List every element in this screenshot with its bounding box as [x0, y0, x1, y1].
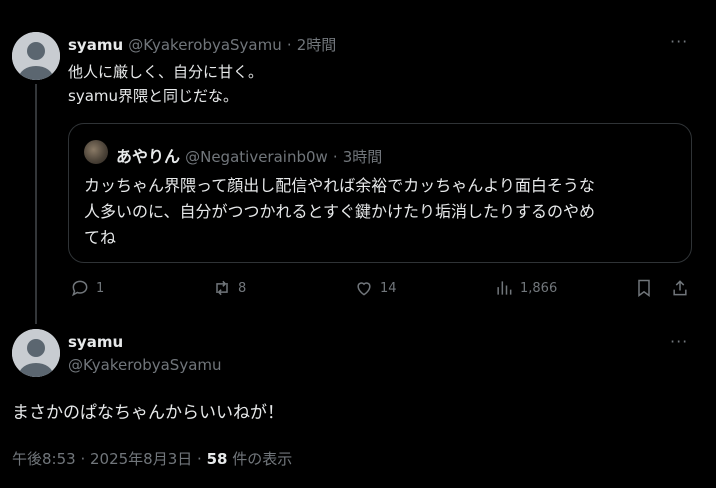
more-options-icon[interactable]: ··· [670, 32, 688, 51]
view-count: 1,866 [520, 280, 558, 296]
views-button[interactable]: 1,866 [494, 278, 557, 298]
like-button[interactable]: 14 [354, 278, 397, 298]
handle[interactable]: @KyakerobyaSyamu [68, 356, 222, 374]
quoted-text: カッちゃん界隈って顔出し配信やれば余裕でカッちゃんより面白そうな 人多いのに、自… [84, 173, 595, 251]
share-button[interactable] [670, 278, 690, 298]
post-timestamp[interactable]: 午後8:53 · 2025年8月3日 · [12, 450, 207, 468]
bookmark-icon [638, 279, 650, 297]
tweet1-text: 他人に厳しく、自分に甘く。 syamu界隈と同じだな。 [68, 60, 263, 108]
more-options-icon[interactable]: ··· [670, 332, 688, 351]
timestamp[interactable]: 2時間 [297, 36, 337, 54]
avatar-syamu[interactable] [12, 32, 60, 80]
tweet-text-line: syamu界隈と同じだな。 [68, 87, 239, 105]
quoted-header: あやりん @Negativerainb0w · 3時間 [116, 143, 382, 167]
handle[interactable]: @KyakerobyaSyamu [128, 36, 282, 54]
quoted-display-name[interactable]: あやりん [116, 147, 180, 166]
views-count: 58 [206, 450, 228, 468]
like-icon [357, 282, 371, 296]
repost-button[interactable]: 8 [212, 278, 246, 298]
quoted-timestamp[interactable]: 3時間 [343, 148, 383, 166]
like-count: 14 [380, 280, 397, 296]
quoted-handle[interactable]: @Negativerainb0w [185, 148, 328, 166]
tweet-meta: 午後8:53 · 2025年8月3日 · 58 件の表示 [12, 448, 292, 469]
tweet-text-line: 他人に厳しく、自分に甘く。 [68, 63, 264, 81]
default-avatar-icon [12, 32, 60, 80]
tweet2-text: まさかのぱなちゃんからいいねが！ [12, 403, 284, 423]
default-avatar-icon [12, 329, 60, 377]
bookmark-button[interactable] [634, 278, 654, 298]
quoted-avatar[interactable] [84, 140, 108, 164]
repost-icon [216, 280, 228, 296]
separator-dot: · [286, 36, 292, 54]
avatar-syamu[interactable] [12, 329, 60, 377]
views-icon [497, 281, 512, 295]
quoted-text-line: 人多いのに、自分がつつかれるとすぐ鍵かけたり垢消したりするのやめ [84, 202, 596, 221]
share-icon [673, 280, 687, 296]
display-name[interactable]: syamu [68, 36, 123, 54]
quoted-text-line: カッちゃん界隈って顔出し配信やれば余裕でカッちゃんより面白そうな [84, 176, 595, 195]
reply-icon [72, 280, 88, 297]
repost-count: 8 [238, 280, 247, 296]
thread-line [35, 84, 37, 324]
quoted-text-line: てね [84, 228, 117, 247]
tweet1-header: syamu @KyakerobyaSyamu · 2時間 [68, 34, 336, 55]
reply-count: 1 [96, 280, 105, 296]
reply-button[interactable]: 1 [70, 278, 104, 298]
views-label: 件の表示 [227, 450, 293, 468]
separator-dot: · [332, 148, 338, 166]
display-name[interactable]: syamu [68, 333, 123, 351]
